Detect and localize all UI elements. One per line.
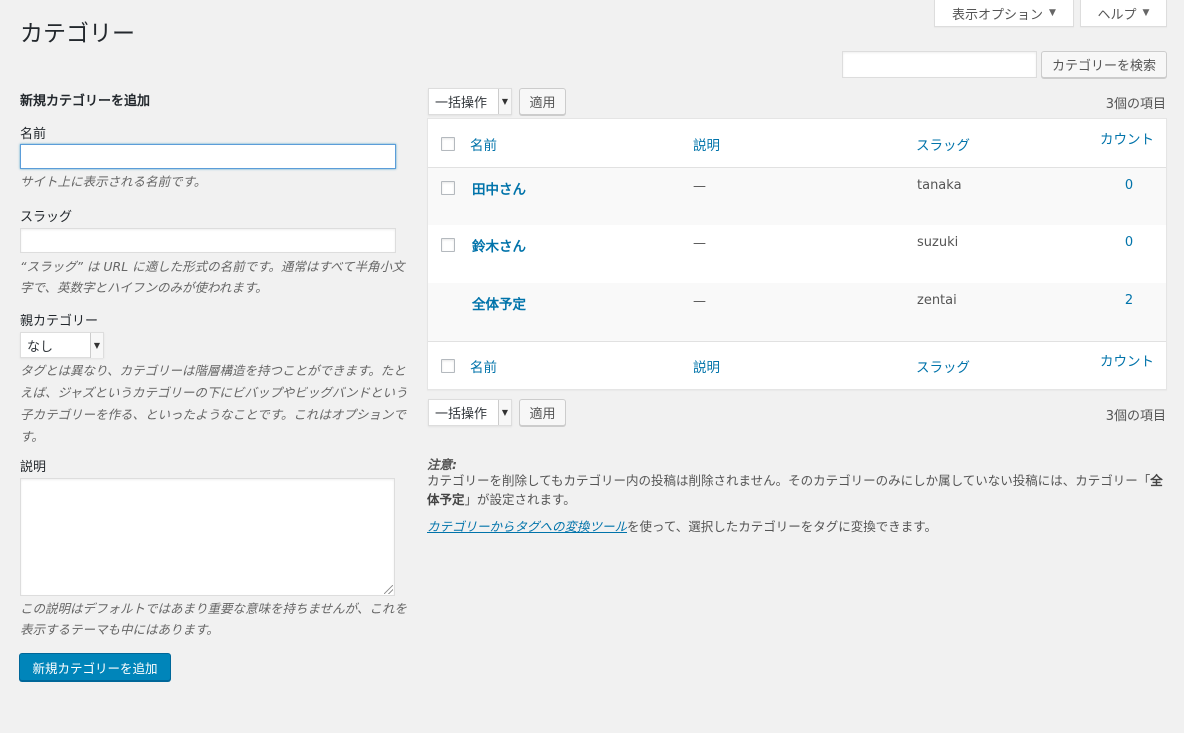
category-tag-converter-link[interactable]: カテゴリーからタグへの変換ツール: [427, 519, 627, 534]
chevron-down-icon: ▼: [1142, 8, 1150, 18]
screen-options-label: 表示オプション: [952, 7, 1044, 23]
note-text: カテゴリーを削除してもカテゴリー内の投稿は削除されません。そのカテゴリーのみにし…: [427, 471, 1169, 509]
table-row: 田中さん — tanaka 0: [428, 168, 1166, 225]
column-count[interactable]: カウント: [1100, 350, 1154, 370]
note-text-after: 」が設定されます。: [464, 492, 576, 507]
help-button[interactable]: ヘルプ ▼: [1080, 0, 1167, 27]
category-name-link[interactable]: 全体予定: [472, 293, 526, 313]
bulk-action-select-top[interactable]: 一括操作 ▼: [428, 88, 512, 115]
column-description: 説明: [693, 360, 720, 376]
parent-category-label: 親カテゴリー: [20, 314, 99, 329]
description-help: この説明はデフォルトではあまり重要な意味を持ちませんが、これを表示するテーマも中…: [20, 601, 407, 637]
description-label: 説明: [20, 460, 47, 475]
table-footer: 名前 説明 スラッグ カウント: [428, 341, 1166, 390]
apply-button-bottom[interactable]: 適用: [519, 399, 566, 426]
chevron-down-icon: ▼: [1049, 8, 1056, 18]
bulk-action-selected: 一括操作: [435, 407, 488, 422]
resize-handle-icon[interactable]: [384, 585, 393, 594]
slug-input[interactable]: [20, 228, 396, 253]
categories-table: 名前 説明 スラッグ カウント 田中さん — tanaka 0 鈴木さん — s…: [427, 118, 1167, 390]
converter-note: カテゴリーからタグへの変換ツールを使って、選択したカテゴリーをタグに変換できます…: [427, 516, 937, 535]
items-count-top: 3個の項目: [1105, 97, 1166, 112]
bulk-action-select-bottom[interactable]: 一括操作 ▼: [428, 399, 512, 426]
row-checkbox[interactable]: [441, 238, 455, 252]
category-description: —: [693, 179, 706, 194]
category-name-link[interactable]: 鈴木さん: [472, 235, 526, 255]
table-header: 名前 説明 スラッグ カウント: [428, 119, 1166, 168]
page-title: カテゴリー: [20, 21, 135, 47]
items-count-bottom: 3個の項目: [1105, 409, 1166, 424]
slug-label: スラッグ: [20, 210, 73, 225]
category-description: —: [693, 236, 706, 251]
select-all-checkbox-bottom[interactable]: [441, 359, 455, 373]
chevron-down-icon: ▼: [90, 333, 103, 358]
column-slug[interactable]: スラッグ: [916, 134, 970, 154]
parent-category-selected: なし: [27, 339, 54, 355]
name-description: サイト上に表示される名前です。: [20, 174, 207, 189]
column-name[interactable]: 名前: [470, 356, 497, 376]
parent-category-description: タグとは異なり、カテゴリーは階層構造を持つことができます。たとえば、ジャズという…: [20, 363, 408, 444]
category-slug: zentai: [917, 293, 957, 308]
table-row: 鈴木さん — suzuki 0: [428, 225, 1166, 283]
parent-category-select[interactable]: なし ▼: [20, 332, 104, 358]
converter-note-text: を使って、選択したカテゴリーをタグに変換できます。: [627, 519, 938, 534]
help-label: ヘルプ: [1097, 7, 1137, 23]
category-description: —: [693, 294, 706, 309]
table-row: 全体予定 — zentai 2: [428, 283, 1166, 341]
category-count-link[interactable]: 2: [1119, 293, 1139, 308]
category-name-link[interactable]: 田中さん: [472, 178, 526, 198]
select-all-checkbox[interactable]: [441, 137, 455, 151]
category-count-link[interactable]: 0: [1119, 178, 1139, 193]
chevron-down-icon: ▼: [498, 89, 511, 114]
description-textarea[interactable]: [20, 478, 395, 596]
slug-description: “スラッグ” は URL に適した形式の名前です。通常はすべて半角小文字で、英数…: [20, 259, 405, 295]
add-category-button[interactable]: 新規カテゴリーを追加: [19, 653, 171, 681]
category-slug: tanaka: [917, 178, 962, 193]
screen-options-button[interactable]: 表示オプション ▼: [934, 0, 1074, 27]
category-slug: suzuki: [917, 235, 959, 250]
name-label: 名前: [20, 127, 47, 142]
add-category-heading: 新規カテゴリーを追加: [20, 94, 151, 109]
note-text-before: カテゴリーを削除してもカテゴリー内の投稿は削除されません。そのカテゴリーのみにし…: [427, 473, 1151, 488]
chevron-down-icon: ▼: [498, 400, 511, 425]
column-name[interactable]: 名前: [470, 134, 497, 154]
search-input[interactable]: [842, 51, 1037, 78]
search-categories-button[interactable]: カテゴリーを検索: [1041, 51, 1167, 78]
bulk-action-selected: 一括操作: [435, 96, 488, 111]
name-input[interactable]: [20, 144, 396, 169]
column-slug[interactable]: スラッグ: [916, 356, 970, 376]
column-count[interactable]: カウント: [1100, 128, 1154, 148]
row-checkbox[interactable]: [441, 181, 455, 195]
apply-button-top[interactable]: 適用: [519, 88, 566, 115]
category-count-link[interactable]: 0: [1119, 235, 1139, 250]
column-description: 説明: [693, 138, 720, 154]
